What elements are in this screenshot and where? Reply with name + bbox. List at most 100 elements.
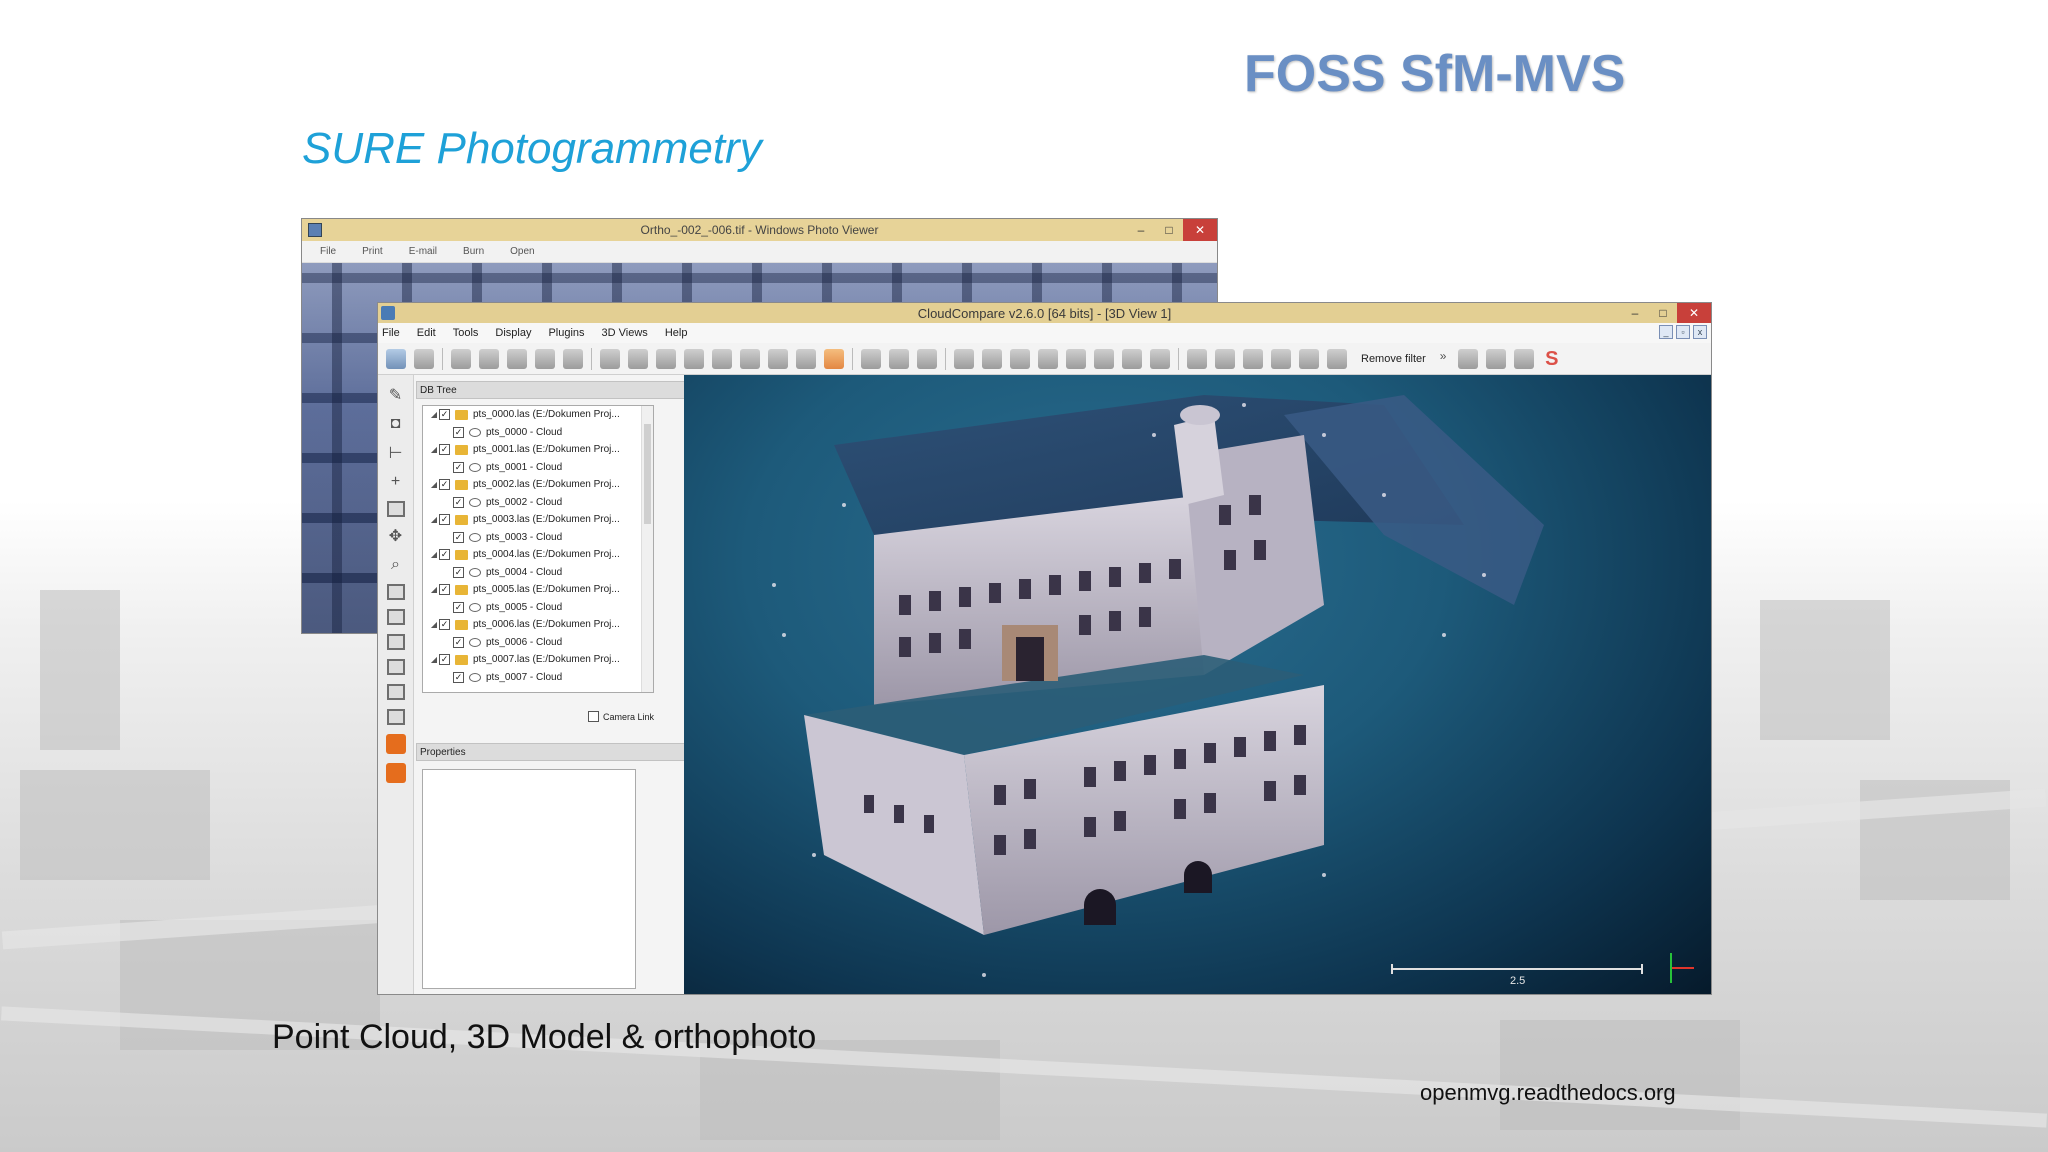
- iso-front-icon[interactable]: [385, 734, 406, 754]
- normals-icon[interactable]: [628, 348, 648, 369]
- tree-item[interactable]: ✓ pts_0000 - Cloud: [423, 424, 653, 442]
- menu-tools[interactable]: Tools: [453, 327, 479, 339]
- tree-item[interactable]: ✓ pts_0007 - Cloud: [423, 669, 653, 687]
- s-plugin-icon[interactable]: S: [1542, 349, 1562, 369]
- remove-filter-button[interactable]: Remove filter: [1355, 353, 1432, 365]
- merge-icon[interactable]: [600, 348, 620, 369]
- camera-link-checkbox[interactable]: Camera Link: [588, 711, 654, 722]
- tree-item[interactable]: ◢ ✓ pts_0005.las (E:/Dokumen Proj...: [423, 581, 653, 599]
- segment-icon[interactable]: [1243, 348, 1263, 369]
- scalar-field-icon[interactable]: [796, 348, 816, 369]
- table-icon[interactable]: [1094, 348, 1114, 369]
- minimize-icon[interactable]: –: [1127, 219, 1155, 241]
- chart-icon[interactable]: [954, 348, 974, 369]
- screenshot-icon[interactable]: [1457, 348, 1478, 369]
- ruler-icon[interactable]: ⊢: [386, 443, 406, 463]
- left-view-icon[interactable]: [386, 634, 405, 650]
- distance-icon[interactable]: [712, 348, 732, 369]
- right-view-icon[interactable]: [386, 659, 405, 675]
- delete-icon[interactable]: [563, 348, 583, 369]
- tree-item[interactable]: ◢ ✓ pts_0004.las (E:/Dokumen Proj...: [423, 546, 653, 564]
- pick-icon[interactable]: [861, 348, 881, 369]
- menu-email[interactable]: E-mail: [409, 246, 437, 257]
- cloudcompare-titlebar[interactable]: CloudCompare v2.6.0 [64 bits] - [3D View…: [378, 303, 1711, 323]
- circle-icon[interactable]: [1066, 348, 1086, 369]
- pan-icon[interactable]: ✥: [386, 526, 406, 546]
- tree-item[interactable]: ◢ ✓ pts_0006.las (E:/Dokumen Proj...: [423, 616, 653, 634]
- grid-icon[interactable]: [1150, 348, 1170, 369]
- checkbox-icon[interactable]: [588, 711, 599, 722]
- comment-icon[interactable]: [1215, 348, 1235, 369]
- pencil-icon[interactable]: ✎: [386, 385, 406, 405]
- tree-item[interactable]: ✓ pts_0005 - Cloud: [423, 599, 653, 617]
- graph-icon[interactable]: [982, 348, 1002, 369]
- minimize-icon[interactable]: –: [1621, 303, 1649, 323]
- cloudcompare-window[interactable]: CloudCompare v2.6.0 [64 bits] - [3D View…: [377, 302, 1712, 995]
- db-tree[interactable]: ◢ ✓ pts_0000.las (E:/Dokumen Proj... ✓ pts_…: [422, 405, 654, 693]
- source-link[interactable]: openmvg.readthedocs.org: [1420, 1080, 1676, 1106]
- color-icon[interactable]: [824, 348, 844, 369]
- nplusc-icon[interactable]: [1513, 348, 1534, 369]
- back-view-icon[interactable]: [386, 709, 405, 725]
- compare-icon[interactable]: [740, 348, 760, 369]
- top-view-icon[interactable]: [386, 609, 405, 625]
- histogram-icon[interactable]: [768, 348, 788, 369]
- funnel-icon[interactable]: [1038, 348, 1058, 369]
- menu-file[interactable]: File: [382, 327, 400, 339]
- filter-icon[interactable]: [1010, 348, 1030, 369]
- sphere-icon[interactable]: [1299, 348, 1319, 369]
- layer-icon[interactable]: [386, 501, 405, 517]
- mdi-minimize-icon[interactable]: _: [1659, 325, 1673, 339]
- tree-item[interactable]: ◢ ✓ pts_0001.las (E:/Dokumen Proj...: [423, 441, 653, 459]
- mesh-icon[interactable]: [684, 348, 704, 369]
- menu-plugins[interactable]: Plugins: [548, 327, 584, 339]
- sample-icon[interactable]: [507, 348, 527, 369]
- menu-burn[interactable]: Burn: [463, 246, 484, 257]
- translate-icon[interactable]: [451, 348, 471, 369]
- tree-item[interactable]: ✓ pts_0002 - Cloud: [423, 494, 653, 512]
- render-icon[interactable]: [1271, 348, 1291, 369]
- save-icon[interactable]: [414, 348, 434, 369]
- 3d-view[interactable]: 2.5: [684, 375, 1711, 994]
- close-icon[interactable]: ✕: [1677, 303, 1711, 323]
- people-icon[interactable]: [1327, 348, 1347, 369]
- menu-display[interactable]: Display: [495, 327, 531, 339]
- menu-print[interactable]: Print: [362, 246, 383, 257]
- tree-item[interactable]: ✓ pts_0006 - Cloud: [423, 634, 653, 652]
- octree-icon[interactable]: [656, 348, 676, 369]
- move-icon[interactable]: [889, 348, 909, 369]
- bottom-view-icon[interactable]: [386, 684, 405, 700]
- maximize-icon[interactable]: □: [1155, 219, 1183, 241]
- tree-item[interactable]: ✓ pts_0003 - Cloud: [423, 529, 653, 547]
- menu-open[interactable]: Open: [510, 246, 534, 257]
- plane-icon[interactable]: [917, 348, 937, 369]
- camera-icon[interactable]: ◘: [386, 414, 406, 434]
- menu-edit[interactable]: Edit: [417, 327, 436, 339]
- tree-item[interactable]: ✓ pts_0004 - Cloud: [423, 564, 653, 582]
- mdi-restore-icon[interactable]: ▫: [1676, 325, 1690, 339]
- tree-item[interactable]: ◢ ✓ pts_0000.las (E:/Dokumen Proj...: [423, 406, 653, 424]
- list-icon[interactable]: [479, 348, 499, 369]
- zoom-icon[interactable]: ⌕: [386, 555, 406, 575]
- mdi-close-icon[interactable]: x: [1693, 325, 1707, 339]
- tree-item[interactable]: ◢ ✓ pts_0003.las (E:/Dokumen Proj...: [423, 511, 653, 529]
- iso-back-icon[interactable]: [385, 763, 406, 783]
- tree-item[interactable]: ◢ ✓ pts_0007.las (E:/Dokumen Proj...: [423, 651, 653, 669]
- maximize-icon[interactable]: □: [1649, 303, 1677, 323]
- close-icon[interactable]: ✕: [1183, 219, 1217, 241]
- front-view-icon[interactable]: [386, 584, 405, 600]
- menu-3d-views[interactable]: 3D Views: [602, 327, 648, 339]
- align-icon[interactable]: [535, 348, 555, 369]
- tree-item[interactable]: ✓ pts_0001 - Cloud: [423, 459, 653, 477]
- shield-icon[interactable]: [1187, 348, 1207, 369]
- open-icon[interactable]: [386, 348, 406, 369]
- menu-file[interactable]: File: [320, 246, 336, 257]
- menu-help[interactable]: Help: [665, 327, 688, 339]
- photo-viewer-titlebar[interactable]: Ortho_-002_-006.tif - Windows Photo View…: [302, 219, 1217, 241]
- overflow-chevron-icon[interactable]: »: [1440, 349, 1450, 369]
- crosshair-icon[interactable]: +: [386, 472, 406, 492]
- add-icon[interactable]: [1122, 348, 1142, 369]
- tree-scrollbar[interactable]: [641, 406, 653, 692]
- camera-settings-icon[interactable]: [1485, 348, 1506, 369]
- tree-item[interactable]: ◢ ✓ pts_0002.las (E:/Dokumen Proj...: [423, 476, 653, 494]
